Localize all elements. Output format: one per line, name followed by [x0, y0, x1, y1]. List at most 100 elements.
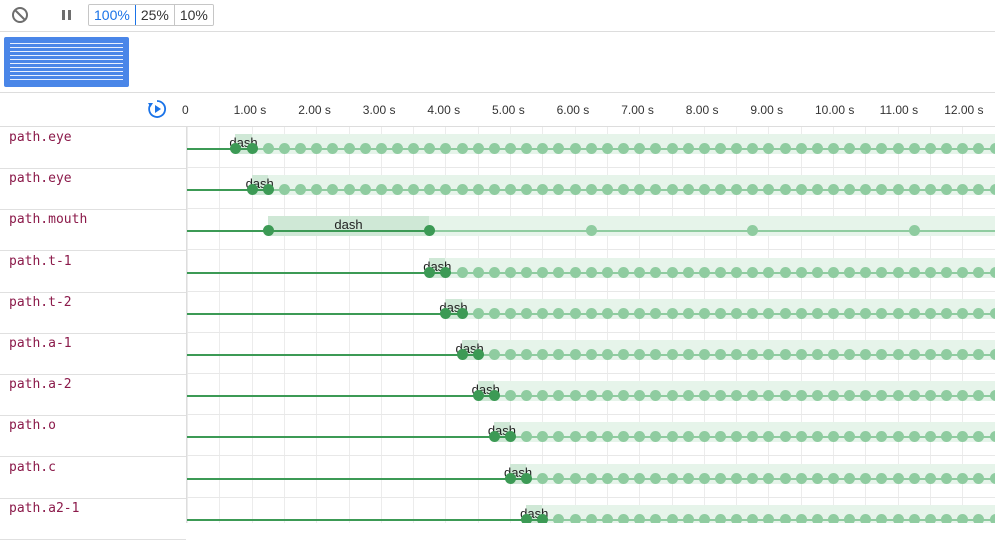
preview-line	[10, 75, 123, 76]
iteration-marker	[812, 308, 823, 319]
animation-row[interactable]: dash	[187, 415, 995, 456]
iteration-marker	[618, 473, 629, 484]
iteration-marker	[489, 184, 500, 195]
keyframe-end-handle[interactable]	[505, 431, 516, 442]
iteration-marker	[279, 143, 290, 154]
animation-row[interactable]: dash	[187, 168, 995, 209]
animation-name-row[interactable]: path.a-1	[0, 333, 186, 375]
animation-row[interactable]: dash	[187, 127, 995, 168]
animation-name-row[interactable]: path.mouth	[0, 209, 186, 251]
keyframe-start-handle[interactable]	[247, 184, 258, 195]
animation-name-row[interactable]: path.eye	[0, 127, 186, 169]
iteration-marker	[505, 184, 516, 195]
keyframe-end-handle[interactable]	[537, 514, 548, 523]
row-divider	[187, 455, 995, 456]
time-tick-label: 3.00 s	[363, 103, 396, 117]
iteration-marker	[667, 431, 678, 442]
animation-name-row[interactable]: path.c	[0, 457, 186, 499]
keyframe-start-handle[interactable]	[263, 225, 274, 236]
keyframe-end-handle[interactable]	[489, 390, 500, 401]
animation-group-previews	[0, 32, 995, 93]
iteration-marker	[941, 390, 952, 401]
pause-icon[interactable]	[57, 5, 77, 25]
iteration-marker	[909, 308, 920, 319]
animation-row[interactable]: dash	[187, 292, 995, 333]
animation-name-row[interactable]: path.a-2	[0, 374, 186, 416]
animation-target-name: path.eye	[9, 130, 72, 145]
iteration-marker	[893, 514, 904, 523]
iteration-marker	[796, 308, 807, 319]
animation-group-preview[interactable]	[4, 37, 129, 87]
iteration-marker	[780, 143, 791, 154]
iteration-marker	[893, 431, 904, 442]
iteration-marker	[586, 349, 597, 360]
iteration-marker	[618, 143, 629, 154]
keyframe-end-handle[interactable]	[473, 349, 484, 360]
time-tick-label: 12.00 s	[944, 103, 983, 117]
row-divider	[187, 249, 995, 250]
iteration-marker	[489, 308, 500, 319]
animation-name-row[interactable]: path.t-1	[0, 251, 186, 293]
iteration-marker	[925, 473, 936, 484]
animation-name-row[interactable]: path.o	[0, 415, 186, 457]
keyframe-end-handle[interactable]	[457, 308, 468, 319]
animation-row[interactable]: dash	[187, 457, 995, 498]
iteration-marker	[570, 184, 581, 195]
preview-line	[10, 71, 123, 72]
iteration-marker	[909, 143, 920, 154]
iteration-marker	[893, 184, 904, 195]
keyframe-start-handle[interactable]	[457, 349, 468, 360]
keyframe-end-handle[interactable]	[247, 143, 258, 154]
animation-timeline[interactable]: dashdashdashdashdashdashdashdashdashdash	[187, 127, 995, 523]
iteration-marker	[699, 267, 710, 278]
rate-10-button[interactable]: 10%	[175, 5, 213, 25]
iteration-marker	[715, 308, 726, 319]
animation-row[interactable]: dash	[187, 498, 995, 523]
animation-name-row[interactable]: path.eye	[0, 168, 186, 210]
iteration-marker	[376, 143, 387, 154]
iteration-marker	[392, 143, 403, 154]
iteration-marker	[909, 431, 920, 442]
iteration-marker	[570, 390, 581, 401]
iteration-marker	[893, 143, 904, 154]
animation-target-name: path.t-2	[9, 295, 72, 310]
iteration-marker	[553, 514, 564, 523]
iteration-marker	[893, 267, 904, 278]
iteration-marker	[812, 143, 823, 154]
iteration-marker	[344, 184, 355, 195]
time-tick-label: 4.00 s	[427, 103, 460, 117]
iteration-marker	[683, 308, 694, 319]
iteration-marker	[360, 143, 371, 154]
preview-line	[10, 59, 123, 60]
iteration-marker	[893, 390, 904, 401]
replay-icon[interactable]	[147, 99, 167, 119]
iteration-marker	[699, 308, 710, 319]
animation-row[interactable]: dash	[187, 209, 995, 250]
rate-100-button[interactable]: 100%	[88, 4, 136, 26]
iteration-marker	[925, 143, 936, 154]
keyframe-start-handle[interactable]	[505, 473, 516, 484]
animation-row[interactable]: dash	[187, 251, 995, 292]
preview-line	[10, 67, 123, 68]
block-icon[interactable]	[10, 5, 30, 25]
iteration-marker	[602, 143, 613, 154]
time-tick-label: 10.00 s	[815, 103, 854, 117]
iteration-marker	[618, 431, 629, 442]
keyframe-start-handle[interactable]	[521, 514, 532, 523]
iteration-marker	[763, 514, 774, 523]
keyframe-start-handle[interactable]	[489, 431, 500, 442]
animation-row[interactable]: dash	[187, 374, 995, 415]
animation-row[interactable]: dash	[187, 333, 995, 374]
animation-iterations-band	[494, 422, 995, 442]
animation-name-row[interactable]: path.a2-1	[0, 498, 186, 540]
iteration-marker	[828, 431, 839, 442]
keyframe-end-handle[interactable]	[263, 184, 274, 195]
iteration-marker	[699, 431, 710, 442]
iteration-marker	[505, 390, 516, 401]
iteration-marker	[715, 514, 726, 523]
iteration-marker	[973, 514, 984, 523]
iteration-marker	[699, 349, 710, 360]
keyframe-start-handle[interactable]	[473, 390, 484, 401]
rate-25-button[interactable]: 25%	[136, 5, 175, 25]
animation-name-row[interactable]: path.t-2	[0, 292, 186, 334]
